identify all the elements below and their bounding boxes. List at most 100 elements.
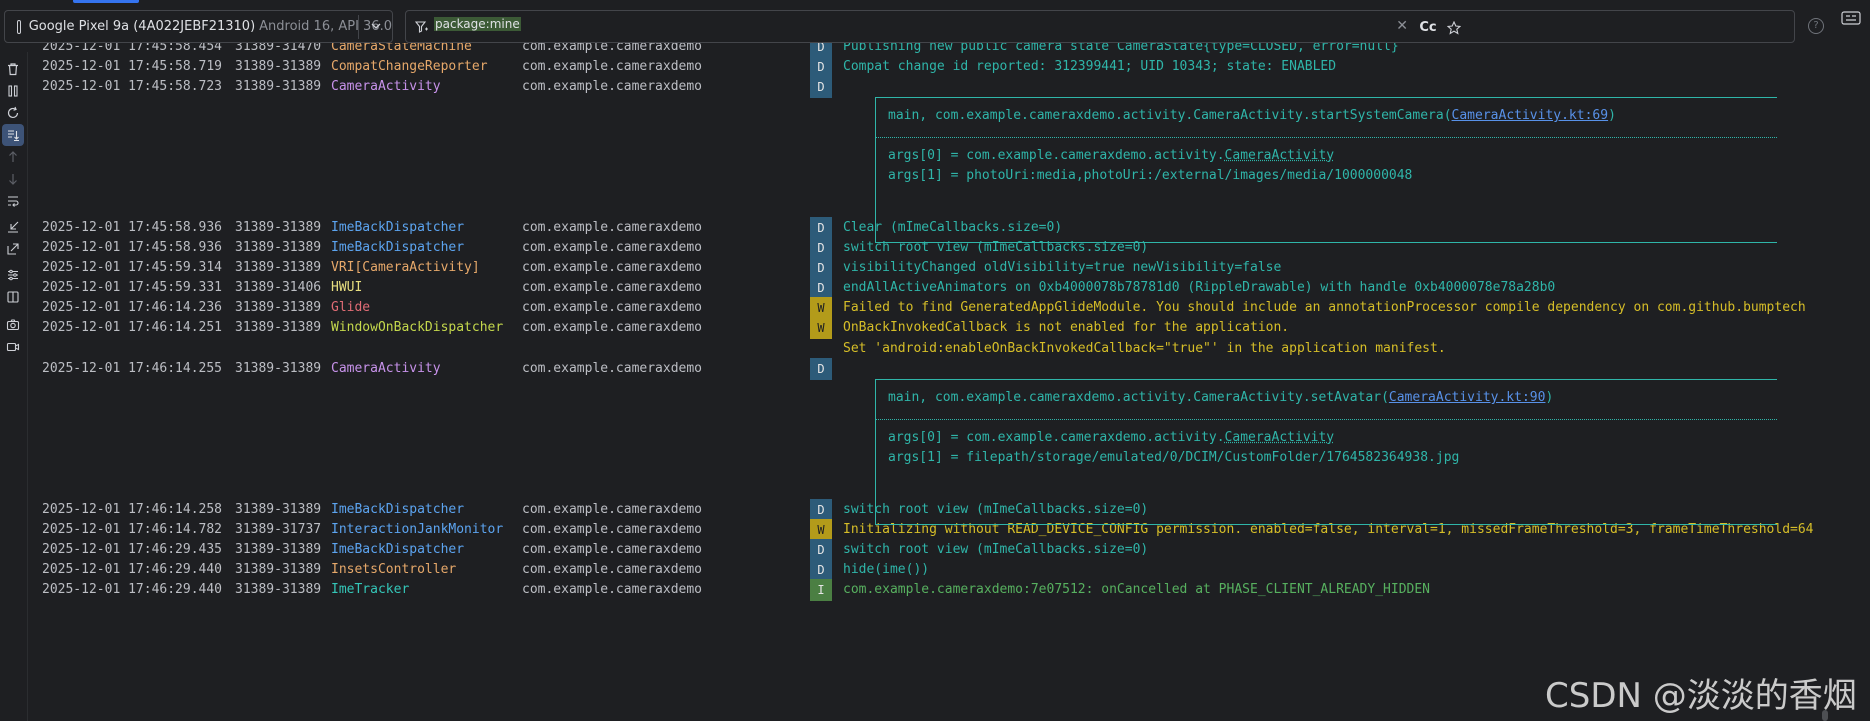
source-link[interactable]: CameraActivity.kt:69 [1452,108,1609,123]
method-suffix: ) [1608,108,1616,123]
log-tag[interactable]: ImeBackDispatcher [331,540,464,560]
arg-text: args[0] = com.example.cameraxdemo.activi… [888,148,1225,163]
class-link[interactable]: CameraActivity [1225,148,1335,163]
log-tag[interactable]: CameraActivity [331,77,441,97]
device-name: Google Pixel 9a (4A022JEBF21310) [28,19,256,34]
log-message[interactable]: Set 'android:enableOnBackInvokedCallback… [843,339,1446,359]
log-tag[interactable]: InsetsController [331,560,456,580]
log-message[interactable]: Compat change id reported: 312399441; UI… [843,57,1336,77]
log-message[interactable]: visibilityChanged oldVisibility=true new… [843,258,1281,278]
logcat-format-icon[interactable] [1841,10,1861,25]
export-icon[interactable] [2,238,24,260]
box-arg-line: args[0] = com.example.cameraxdemo.activi… [888,146,1334,166]
log-tag[interactable]: CompatChangeReporter [331,57,488,77]
log-row[interactable]: 2025-12-01 17:46:14.251 31389-31389 Window… [30,317,1830,339]
method-text: main, com.example.cameraxdemo.activity.C… [888,108,1452,123]
log-pid: 31389-31389 [235,502,322,517]
box-arg-line: args[1] = filepath/storage/emulated/0/DC… [888,450,1460,465]
split-icon[interactable] [2,286,24,308]
log-message[interactable]: OnBackInvokedCallback is not enabled for… [843,318,1289,338]
filter-icon[interactable] [414,19,430,35]
log-row[interactable]: 2025-12-01 17:45:59.314 31389-31389 VRI[Ca… [30,257,1830,279]
class-link[interactable]: CameraActivity [1225,430,1335,445]
log-level-badge: D [810,257,832,279]
pause-icon[interactable] [2,80,24,102]
log-level-badge: D [810,76,832,98]
log-tag[interactable]: ImeBackDispatcher [331,218,464,238]
log-row[interactable]: Set 'android:enableOnBackInvokedCallback… [30,339,1830,359]
log-tag[interactable]: InteractionJankMonitor [331,520,503,540]
log-message[interactable]: com.example.cameraxdemo:7e07512: onCance… [843,580,1430,600]
log-tag[interactable]: ImeTracker [331,580,409,600]
log-row[interactable]: 2025-12-01 17:45:58.454 31389-31470 Camera… [30,43,1830,58]
screen-record-icon[interactable] [2,336,24,358]
log-row[interactable]: 2025-12-01 17:46:29.440 31389-31389 Insets… [30,559,1830,581]
chevron-down-icon[interactable] [368,18,384,34]
log-timestamp: 2025-12-01 17:45:58.723 [42,79,223,94]
log-pid: 31389-31389 [235,79,322,94]
logcat-toolbar [0,52,28,721]
log-message[interactable]: hide(ime()) [843,560,929,580]
log-row[interactable]: 2025-12-01 17:45:59.331 31389-31406 HWUI co… [30,277,1830,299]
log-message[interactable]: Publishing new public camera state Camer… [843,43,1399,57]
log-package: com.example.cameraxdemo [522,582,703,597]
log-pid: 31389-31389 [235,542,322,557]
filter-query[interactable]: package:mine [434,16,521,31]
log-timestamp: 2025-12-01 17:45:59.314 [42,260,223,275]
log-row[interactable]: 2025-12-01 17:46:14.255 31389-31389 Camera… [30,358,1830,380]
trash-icon[interactable] [2,58,24,80]
soft-wrap-icon[interactable] [2,190,24,212]
log-row[interactable]: 2025-12-01 17:46:14.236 31389-31389 Glide c… [30,297,1830,319]
match-case-button[interactable]: Cc [1417,11,1439,44]
favorite-filter-icon[interactable] [1444,11,1464,44]
watermark: CSDN @淡淡的香烟 [1545,676,1857,716]
log-level-badge: D [810,237,832,259]
log-tag[interactable]: CameraStateMachine [331,43,472,57]
method-suffix: ) [1545,390,1554,405]
log-row[interactable]: 2025-12-01 17:46:29.440 31389-31389 ImeTra… [30,579,1830,601]
scroll-to-end-icon[interactable] [2,124,24,146]
box-divider [876,419,1777,420]
up-icon[interactable] [2,146,24,168]
log-tag[interactable]: VRI[CameraActivity] [331,258,480,278]
box-divider [876,137,1777,138]
arg-text: args[0] = com.example.cameraxdemo.activi… [888,430,1225,445]
log-pid: 31389-31389 [235,240,322,255]
log-package: com.example.cameraxdemo [522,240,703,255]
box-border-top [876,379,1777,380]
import-icon[interactable] [2,216,24,238]
log-message[interactable]: switch root view (mImeCallbacks.size=0) [843,540,1148,560]
clear-filter-icon[interactable]: ✕ [1396,18,1408,34]
device-selector[interactable]: Google Pixel 9a (4A022JEBF21310) Android… [4,10,393,43]
log-level-badge: I [810,579,832,601]
screenshot-icon[interactable] [2,314,24,336]
log-tag[interactable]: ImeBackDispatcher [331,238,464,258]
log-timestamp: 2025-12-01 17:46:14.255 [42,361,223,376]
log-package: com.example.cameraxdemo [522,562,703,577]
logcat-filter-input[interactable]: package:mine ✕ Cc [405,10,1795,43]
down-icon[interactable] [2,168,24,190]
help-icon[interactable]: ? [1808,18,1824,34]
log-package: com.example.cameraxdemo [522,43,703,54]
log-level-badge: W [810,297,832,319]
log-row[interactable]: 2025-12-01 17:46:29.435 31389-31389 ImeBac… [30,539,1830,561]
method-text: main, com.example.cameraxdemo.activity.C… [888,390,1389,405]
log-message[interactable]: Failed to find GeneratedAppGlideModule. … [843,298,1806,318]
source-link[interactable]: CameraActivity.kt:90 [1389,390,1546,405]
log-row[interactable]: 2025-12-01 17:45:58.719 31389-31389 Compat… [30,56,1830,78]
divider [358,15,359,39]
log-timestamp: 2025-12-01 17:46:29.440 [42,582,223,597]
log-tag[interactable]: HWUI [331,278,362,298]
log-tag[interactable]: WindowOnBackDispatcher [331,318,503,338]
box-border-bottom [876,242,1777,243]
log-tag[interactable]: ImeBackDispatcher [331,500,464,520]
restart-icon[interactable] [2,102,24,124]
settings-icon[interactable] [2,264,24,286]
log-tag[interactable]: Glide [331,298,370,318]
logcat-output[interactable]: 2025-12-01 17:45:58.454 31389-31470 Camera… [30,43,1830,721]
log-level-badge: D [810,559,832,581]
log-message[interactable]: endAllActiveAnimators on 0xb4000078b7878… [843,278,1555,298]
log-row[interactable]: 2025-12-01 17:45:58.723 31389-31389 Camera… [30,76,1830,98]
log-tag[interactable]: CameraActivity [331,359,441,379]
stack-trace-box: main, com.example.cameraxdemo.activity.C… [875,97,1777,243]
